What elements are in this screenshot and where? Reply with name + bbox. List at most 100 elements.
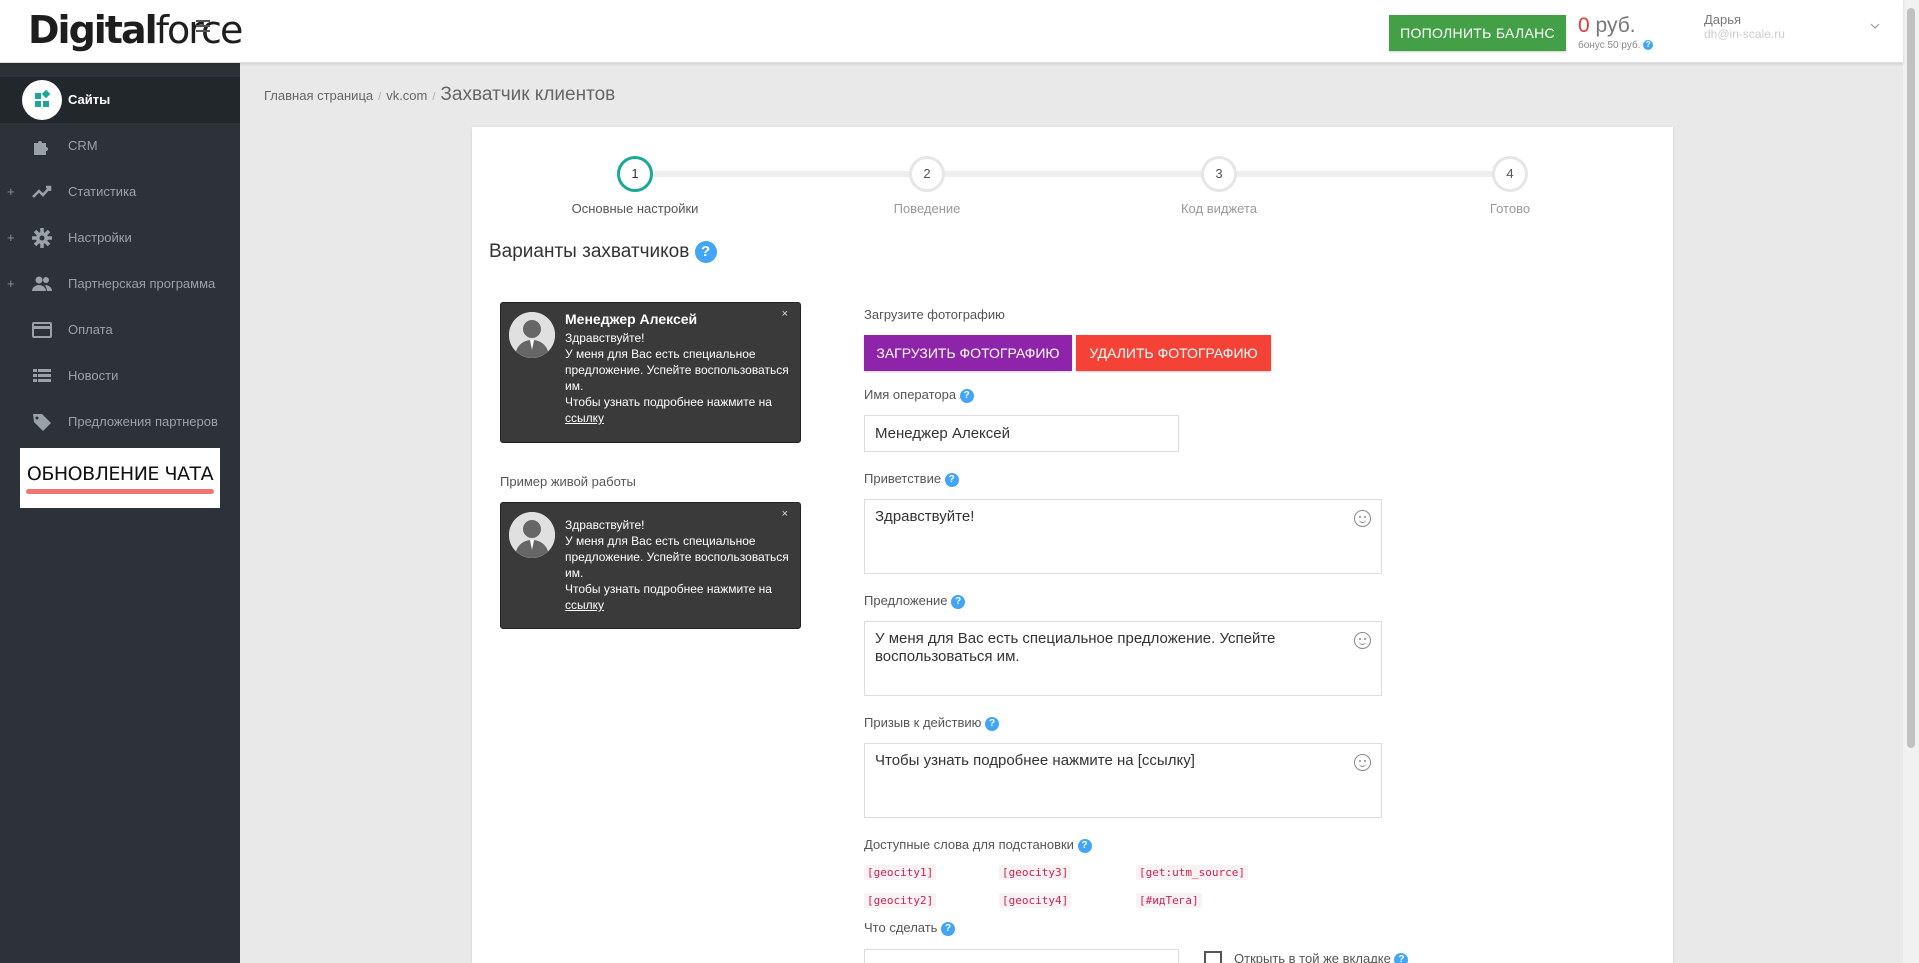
- delete-photo-button[interactable]: УДАЛИТЬ ФОТОГРАФИЮ: [1076, 335, 1271, 371]
- section-title: Варианты захватчиков ?: [489, 241, 717, 263]
- sidebar-item-label: Новости: [68, 368, 119, 383]
- help-icon[interactable]: ?: [1394, 952, 1409, 963]
- topup-balance-button[interactable]: ПОПОЛНИТЬ БАЛАНС: [1389, 15, 1566, 51]
- user-name[interactable]: Дарья: [1704, 12, 1741, 27]
- menu-toggle-icon[interactable]: [196, 20, 210, 32]
- sidebar-item-settings[interactable]: + Настройки: [0, 215, 240, 261]
- preview-offer: У меня для Вас есть специальное предложе…: [565, 347, 789, 393]
- chat-update-banner[interactable]: ОБНОВЛЕНИЕ ЧАТА: [20, 448, 220, 508]
- help-icon[interactable]: ?: [1643, 40, 1654, 51]
- upload-photo-button[interactable]: ЗАГРУЗИТЬ ФОТОГРАФИЮ: [864, 335, 1072, 371]
- page-title: Захватчик клиентов: [440, 84, 616, 105]
- cta-textarea[interactable]: Чтобы узнать подробнее нажмите на [ссылк…: [864, 743, 1382, 818]
- photo-label: Загрузите фотографию: [864, 307, 1005, 322]
- step-1-label: Основные настройки: [571, 201, 699, 216]
- sidebar-item-label: Предложения партнеров: [68, 414, 218, 429]
- sidebar-item-news[interactable]: Новости: [0, 353, 240, 399]
- sidebar-item-crm[interactable]: CRM: [0, 123, 240, 169]
- help-icon[interactable]: ?: [944, 472, 959, 487]
- help-icon[interactable]: ?: [985, 716, 1000, 731]
- preview-cta-text: Чтобы узнать подробнее нажмите на: [565, 582, 772, 596]
- help-icon[interactable]: ?: [951, 594, 966, 609]
- tokens-label-text: Доступные слова для подстановки: [864, 837, 1074, 852]
- gear-icon: [31, 227, 53, 249]
- breadcrumb-site[interactable]: vk.com: [386, 88, 427, 103]
- offer-text[interactable]: У меня для Вас есть специальное предложе…: [875, 630, 1345, 666]
- same-tab-label-text: Открыть в той же вкладке: [1234, 951, 1391, 963]
- preview-cta-link[interactable]: ссылку: [565, 598, 604, 612]
- emoji-icon[interactable]: [1354, 754, 1371, 771]
- sidebar-item-label: Сайты: [68, 92, 111, 107]
- step-2-label: Поведение: [893, 201, 961, 216]
- chevron-down-icon[interactable]: [1870, 22, 1880, 33]
- sidebar-item-partner-offers[interactable]: Предложения партнеров: [0, 399, 240, 445]
- live-widget-preview: × Здравствуйте! У меня для Вас есть спец…: [500, 502, 801, 629]
- stepper-track: [635, 171, 1510, 177]
- cta-label: Призыв к действию ?: [864, 715, 1000, 731]
- step-3-label: Код виджета: [1180, 201, 1257, 216]
- offer-label: Предложение ?: [864, 593, 966, 609]
- help-icon[interactable]: ?: [1077, 838, 1092, 853]
- help-icon[interactable]: ?: [941, 921, 956, 936]
- operator-avatar: [509, 312, 555, 358]
- cta-text[interactable]: Чтобы узнать подробнее нажмите на [ссылк…: [875, 752, 1345, 770]
- step-3[interactable]: 3: [1201, 156, 1237, 192]
- token-utm-source[interactable]: [get:utm_source]: [1136, 865, 1248, 880]
- preview-cta-link[interactable]: ссылку: [565, 411, 604, 425]
- breadcrumb-home[interactable]: Главная страница: [264, 88, 373, 103]
- sidebar-item-label: Настройки: [68, 230, 132, 245]
- same-tab-checkbox[interactable]: [1204, 951, 1222, 963]
- tag-icon: [31, 411, 53, 433]
- banner-underline: [26, 489, 214, 494]
- sidebar: Сайты CRM + Статистика + Настройки + Пар…: [0, 63, 240, 963]
- preview-cta-text: Чтобы узнать подробнее нажмите на: [565, 395, 772, 409]
- operator-avatar: [509, 512, 555, 558]
- operator-name-input[interactable]: [864, 415, 1179, 452]
- token-geocity4[interactable]: [geocity4]: [999, 893, 1072, 908]
- trending-up-icon: [31, 181, 53, 203]
- action-label: Что сделать ?: [864, 920, 956, 936]
- help-icon[interactable]: ?: [959, 388, 974, 403]
- breadcrumb-separator: /: [378, 91, 382, 103]
- offer-textarea[interactable]: У меня для Вас есть специальное предложе…: [864, 621, 1382, 696]
- greeting-textarea[interactable]: Здравствуйте!: [864, 499, 1382, 574]
- preview-body: Здравствуйте! У меня для Вас есть специа…: [565, 517, 795, 613]
- greeting-label-text: Приветствие: [864, 471, 942, 486]
- puzzle-icon: [31, 135, 53, 157]
- widget-preview: × Менеджер Алексей Здравствуйте! У меня …: [500, 302, 801, 443]
- step-1[interactable]: 1: [617, 156, 653, 192]
- sidebar-item-payment[interactable]: Оплата: [0, 307, 240, 353]
- token-geocity3[interactable]: [geocity3]: [999, 865, 1072, 880]
- operator-name-label: Имя оператора ?: [864, 387, 974, 403]
- operator-name-label-text: Имя оператора: [864, 387, 957, 402]
- token-geocity2[interactable]: [geocity2]: [864, 893, 937, 908]
- token-tag-id[interactable]: [#идТега]: [1136, 893, 1202, 908]
- sidebar-item-partner-program[interactable]: + Партнерская программа: [0, 261, 240, 307]
- sidebar-item-sites[interactable]: Сайты: [0, 77, 240, 123]
- offer-label-text: Предложение: [864, 593, 948, 608]
- step-2[interactable]: 2: [909, 156, 945, 192]
- bonus-text: бонус 50 руб.: [1578, 40, 1641, 51]
- preview-body: Менеджер Алексей Здравствуйте! У меня дл…: [565, 311, 795, 426]
- expand-icon[interactable]: +: [7, 184, 15, 199]
- user-email[interactable]: dh@in-scale.ru: [1704, 27, 1785, 41]
- scrollbar-thumb[interactable]: [1907, 8, 1915, 748]
- sidebar-item-label: Статистика: [68, 184, 137, 199]
- action-select[interactable]: [864, 949, 1179, 963]
- page-scrollbar[interactable]: [1903, 0, 1919, 963]
- help-icon[interactable]: ?: [694, 241, 717, 263]
- bonus-info: бонус 50 руб. ?: [1578, 40, 1654, 51]
- preview-greeting: Здравствуйте!: [565, 518, 645, 532]
- logo-bold: Digital: [28, 8, 158, 52]
- expand-icon[interactable]: +: [7, 276, 15, 291]
- greeting-text[interactable]: Здравствуйте!: [875, 508, 1345, 526]
- emoji-icon[interactable]: [1354, 632, 1371, 649]
- expand-icon[interactable]: +: [7, 230, 15, 245]
- section-title-text: Варианты захватчиков: [489, 241, 690, 263]
- step-4[interactable]: 4: [1492, 156, 1528, 192]
- token-geocity1[interactable]: [geocity1]: [864, 865, 937, 880]
- emoji-icon[interactable]: [1354, 510, 1371, 527]
- cta-label-text: Призыв к действию: [864, 715, 982, 730]
- sidebar-item-statistics[interactable]: + Статистика: [0, 169, 240, 215]
- breadcrumb: Главная страница / vk.com / Захватчик клиент…: [264, 84, 615, 106]
